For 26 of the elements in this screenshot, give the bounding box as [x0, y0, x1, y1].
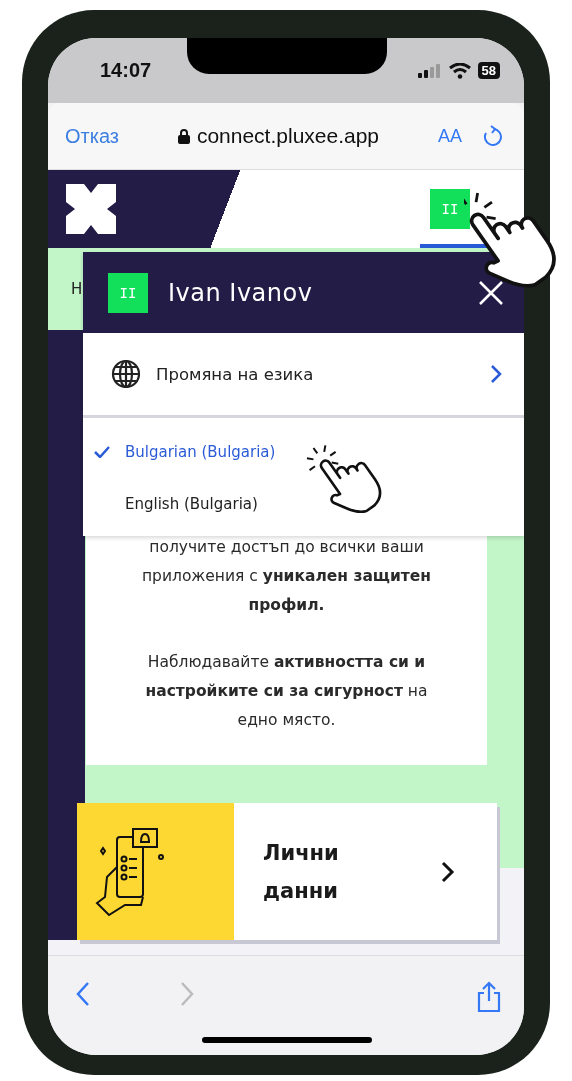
side-text: Н	[71, 280, 83, 298]
reload-icon[interactable]	[482, 125, 502, 147]
share-icon[interactable]	[476, 981, 502, 1013]
user-avatar: II	[108, 272, 148, 313]
text-size-button[interactable]: AA	[438, 125, 462, 147]
check-icon	[94, 446, 110, 458]
language-menu-item[interactable]: Промяна на езика	[83, 333, 524, 418]
lock-icon	[177, 128, 190, 144]
language-option[interactable]: English (Bulgaria)	[83, 484, 524, 524]
wifi-icon	[448, 62, 471, 79]
chevron-right-icon	[490, 364, 502, 384]
battery-indicator: 58	[477, 62, 500, 79]
language-option[interactable]: Bulgarian (Bulgaria)	[83, 432, 524, 472]
chevron-right-icon	[441, 860, 455, 883]
globe-icon	[111, 359, 141, 389]
feature-title: Лични данни	[263, 839, 340, 905]
user-name: Ivan Ivanov	[168, 278, 313, 307]
cancel-link[interactable]: Отказ	[65, 124, 119, 148]
signal-icon	[417, 63, 442, 78]
logo-icon[interactable]	[66, 184, 116, 234]
status-time: 14:07	[100, 59, 152, 82]
back-icon[interactable]	[75, 981, 91, 1007]
url-text[interactable]: connect.pluxee.app	[196, 124, 380, 148]
intro-paragraph: получите достъп до всички ваши приложения с уникален защитен профил.	[140, 537, 433, 616]
close-icon[interactable]	[478, 279, 504, 306]
intro-paragraph: Наблюдавайте активността си и настройките си за сигурност на едно място.	[144, 652, 429, 731]
